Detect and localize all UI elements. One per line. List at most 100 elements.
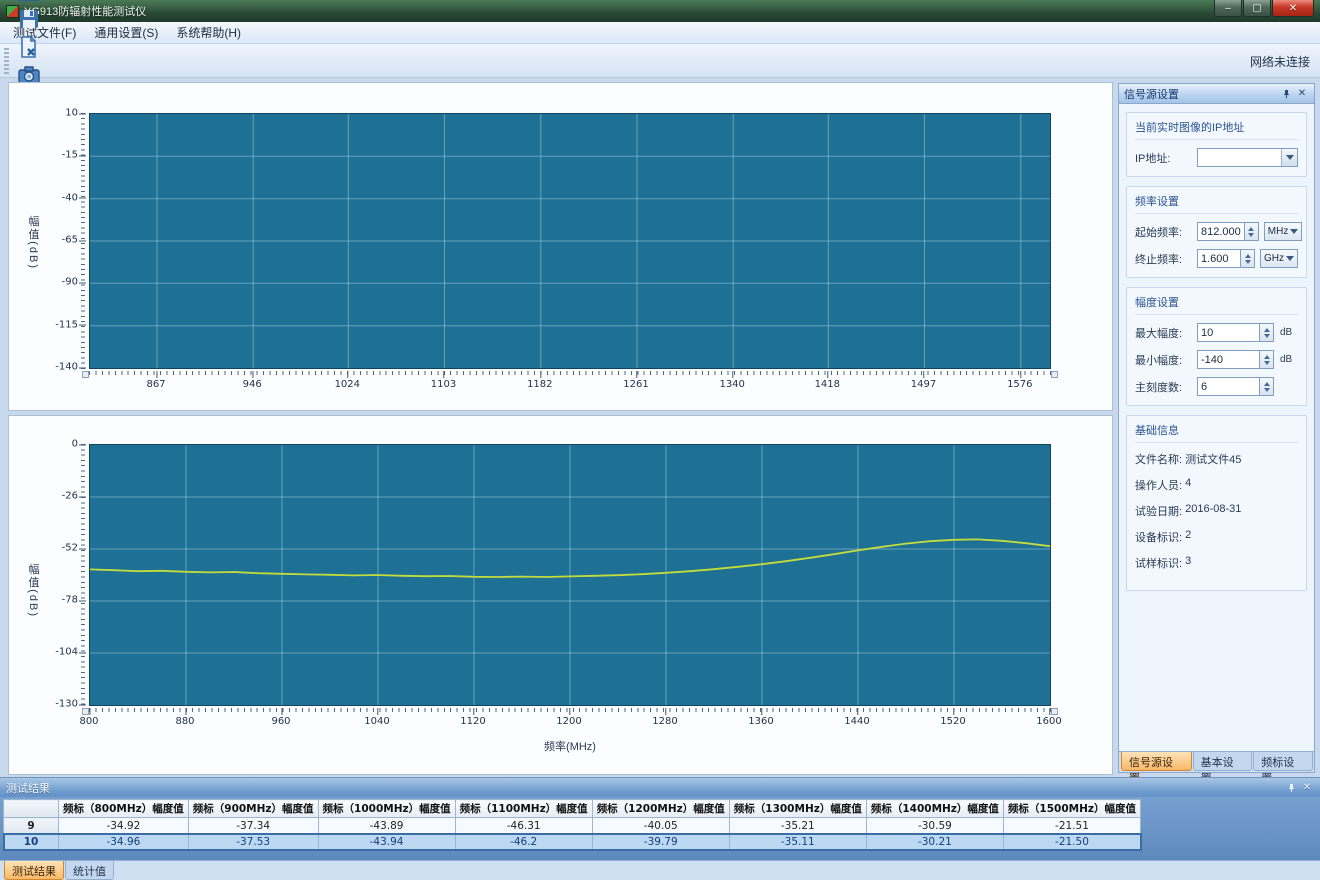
pin-icon[interactable] (1284, 781, 1298, 795)
lower-chart-y-ticks: 0-26-52-78-104-130 (9, 444, 86, 706)
tab-测试结果[interactable]: 测试结果 (4, 861, 64, 880)
stop-frequency-unit-select[interactable]: GHz (1260, 249, 1298, 268)
x-tick-label: 1120 (460, 716, 485, 727)
column-header[interactable]: 频标（800MHz）幅度值 (59, 800, 189, 818)
x-tick-label: 800 (79, 716, 98, 727)
minimize-button[interactable]: – (1214, 0, 1242, 17)
upper-chart-panel: 幅值(dB) 10-15-40-65-90-115-140 8679461024… (8, 82, 1113, 411)
max-amplitude-unit: dB (1280, 327, 1298, 338)
lower-chart-x-axis-label: 频率(MHz) (89, 738, 1051, 754)
info-value: 4 (1185, 477, 1191, 493)
tab-频标设置[interactable]: 频标设置 (1253, 752, 1313, 771)
column-header[interactable]: 频标（900MHz）幅度值 (188, 800, 318, 818)
cell-value: -40.05 (592, 818, 729, 834)
max-amplitude-spinner[interactable] (1260, 323, 1274, 342)
y-tick-label: -140 (55, 362, 78, 373)
pin-icon[interactable] (1279, 87, 1293, 101)
cell-value: -43.94 (318, 834, 455, 850)
min-amplitude-spinner[interactable] (1260, 350, 1274, 369)
start-frequency-spinner[interactable] (1245, 222, 1259, 241)
tab-信号源设置[interactable]: 信号源设置 (1121, 752, 1192, 771)
basic-info-section: 基础信息 文件名称: 测试文件45操作人员: 4试验日期: 2016-08-31… (1126, 415, 1307, 591)
column-header[interactable]: 频标（1200MHz）幅度值 (592, 800, 729, 818)
x-tick-label: 1600 (1036, 716, 1061, 727)
column-header[interactable]: 频标（1300MHz）幅度值 (729, 800, 866, 818)
max-amplitude-input[interactable]: 10 (1197, 323, 1260, 342)
table-row[interactable]: 9-34.92-37.34-43.89-46.31-40.05-35.21-30… (4, 818, 1141, 834)
start-frequency-input[interactable]: 812.000 (1197, 222, 1245, 241)
maximize-button[interactable]: ▢ (1243, 0, 1271, 17)
column-header[interactable]: 频标（1400MHz）幅度值 (866, 800, 1003, 818)
start-frequency-unit-select[interactable]: MHz (1264, 222, 1302, 241)
info-row: 试样标识: 3 (1135, 555, 1298, 571)
amplitude-section: 幅度设置 最大幅度: 10 dB 最小幅度: -140 dB 主刻度数: 6 (1126, 287, 1307, 406)
x-tick-label: 1024 (335, 379, 360, 390)
close-button[interactable]: ✕ (1272, 0, 1314, 17)
x-tick-label: 1497 (911, 379, 936, 390)
toolbar: 网络未连接 (0, 44, 1320, 78)
dock-close-icon[interactable]: ✕ (1295, 87, 1309, 101)
x-tick-label: 1520 (940, 716, 965, 727)
y-tick-label: -104 (55, 647, 78, 658)
axis-endcap (82, 708, 89, 715)
column-header[interactable]: 频标（1500MHz）幅度值 (1003, 800, 1140, 818)
x-tick-label: 1103 (431, 379, 456, 390)
save-button[interactable] (13, 5, 45, 33)
cell-value: -34.96 (59, 834, 189, 850)
upper-chart-plot-area[interactable] (89, 113, 1051, 369)
results-table: 频标（800MHz）幅度值频标（900MHz）幅度值频标（1000MHz）幅度值… (3, 799, 1141, 850)
results-close-icon[interactable]: ✕ (1300, 781, 1314, 795)
close-file-button[interactable] (13, 33, 45, 61)
frequency-section-header: 频率设置 (1135, 193, 1298, 214)
column-header[interactable]: 频标（1000MHz）幅度值 (318, 800, 455, 818)
major-divisions-spinner[interactable] (1260, 377, 1274, 396)
axis-endcap (1051, 708, 1058, 715)
cell-value: -21.50 (1003, 834, 1140, 850)
results-panel: 测试结果 ✕ 频标（800MHz）幅度值频标（900MHz）幅度值频标（1000… (0, 777, 1320, 860)
column-header[interactable]: 频标（1100MHz）幅度值 (455, 800, 592, 818)
start-frequency-label: 起始频率: (1135, 224, 1197, 240)
tab-统计值[interactable]: 统计值 (65, 861, 114, 880)
cell-value: -21.51 (1003, 818, 1140, 834)
axis-endcap (82, 371, 89, 378)
results-title: 测试结果 (6, 780, 50, 796)
open-folder-button[interactable] (13, 0, 45, 5)
main-area: 幅值(dB) 10-15-40-65-90-115-140 8679461024… (0, 78, 1320, 880)
cell-value: -30.21 (866, 834, 1003, 850)
cell-value: -37.53 (188, 834, 318, 850)
basic-info-header: 基础信息 (1135, 422, 1298, 443)
min-amplitude-input[interactable]: -140 (1197, 350, 1260, 369)
menu-item-2[interactable]: 系统帮助(H) (167, 21, 250, 44)
x-tick-label: 1280 (652, 716, 677, 727)
upper-chart-x-ticks: 86794610241103118212611340141814971576 (89, 371, 1051, 391)
x-tick-label: 1340 (719, 379, 744, 390)
table-row[interactable]: 10-34.96-37.53-43.94-46.2-39.79-35.11-30… (4, 834, 1141, 850)
cell-value: -35.21 (729, 818, 866, 834)
x-tick-label: 1360 (748, 716, 773, 727)
cell-value: -39.79 (592, 834, 729, 850)
tab-基本设置[interactable]: 基本设置 (1193, 752, 1253, 771)
lower-chart-plot-area[interactable] (89, 444, 1051, 706)
major-divisions-input[interactable]: 6 (1197, 377, 1260, 396)
info-row: 文件名称: 测试文件45 (1135, 451, 1298, 467)
x-tick-label: 1261 (623, 379, 648, 390)
major-divisions-label: 主刻度数: (1135, 379, 1197, 395)
title-bar: YG913防辐射性能测试仪 – ▢ ✕ (0, 0, 1320, 22)
upper-chart-y-ticks: 10-15-40-65-90-115-140 (9, 113, 86, 369)
info-row: 操作人员: 4 (1135, 477, 1298, 493)
cell-value: -30.59 (866, 818, 1003, 834)
y-tick-label: 10 (65, 108, 78, 119)
axis-endcap (1051, 371, 1058, 378)
y-tick-label: -15 (62, 150, 78, 161)
menu-item-1[interactable]: 通用设置(S) (85, 21, 167, 44)
dropdown-arrow-icon[interactable] (1281, 149, 1297, 166)
toolbar-grip[interactable] (4, 48, 9, 74)
menu-bar: 测试文件(F)通用设置(S)系统帮助(H) (0, 22, 1320, 44)
x-tick-label: 1040 (364, 716, 389, 727)
network-status: 网络未连接 (1250, 53, 1310, 70)
ip-address-select[interactable] (1197, 148, 1298, 167)
stop-frequency-spinner[interactable] (1241, 249, 1255, 268)
stop-frequency-input[interactable]: 1.600 (1197, 249, 1241, 268)
info-value: 3 (1185, 555, 1191, 571)
lower-chart-x-ticks: 8008809601040112012001280136014401520160… (89, 708, 1051, 728)
